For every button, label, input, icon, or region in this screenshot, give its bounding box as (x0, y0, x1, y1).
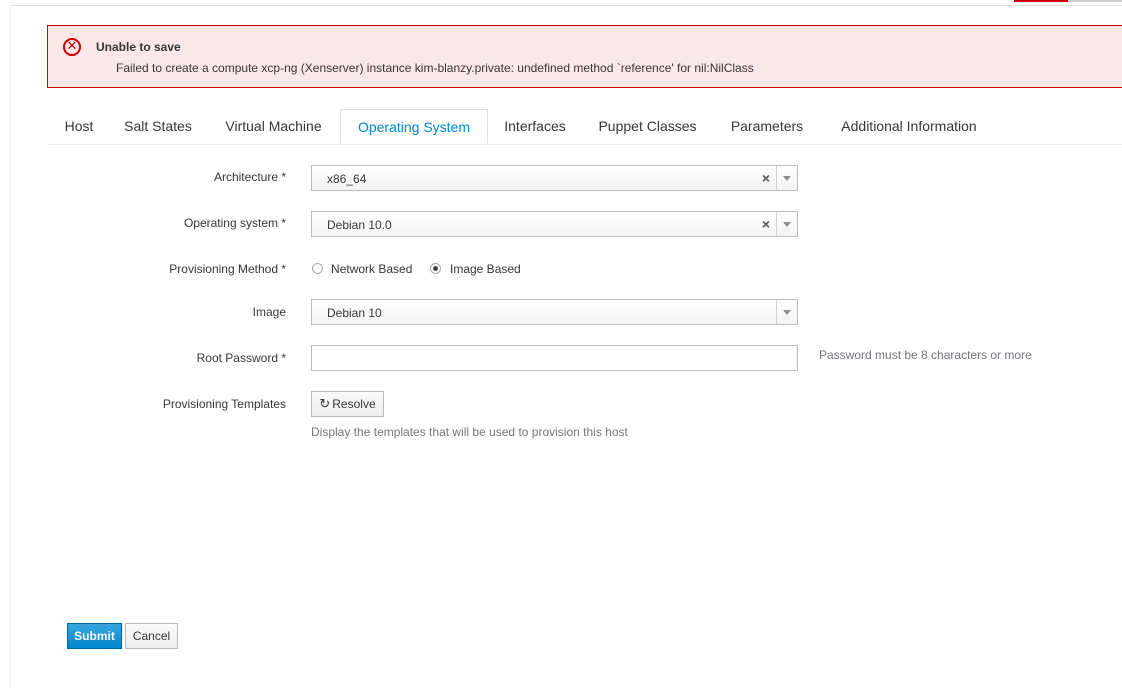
error-circle-icon: ✕ (63, 38, 81, 56)
tab-bar: Host Salt States Virtual Machine Operati… (47, 109, 1122, 145)
top-red-indicator (1014, 0, 1068, 2)
radio-image-based-label[interactable]: Image Based (450, 262, 521, 276)
dropdown-toggle[interactable] (776, 212, 797, 236)
root-password-label: Root Password * (196, 351, 286, 365)
radio-network-based[interactable] (312, 263, 323, 274)
top-grey-indicator (1068, 0, 1122, 2)
architecture-select[interactable]: x86_64 × (311, 165, 798, 191)
tab-salt-states[interactable]: Salt States (114, 109, 202, 143)
image-label: Image (252, 305, 286, 319)
provisioning-method-label: Provisioning Method * (169, 262, 286, 276)
submit-button[interactable]: Submit (67, 623, 122, 649)
tab-interfaces[interactable]: Interfaces (495, 109, 575, 143)
provisioning-templates-label: Provisioning Templates (162, 397, 286, 411)
top-border (10, 5, 1122, 6)
radio-network-based-label[interactable]: Network Based (331, 262, 412, 276)
tab-parameters[interactable]: Parameters (720, 109, 814, 143)
alert-title: Unable to save (96, 40, 181, 54)
resolve-button[interactable]: ↻ Resolve (311, 391, 384, 417)
operating-system-value: Debian 10.0 (327, 218, 392, 232)
radio-image-based[interactable] (430, 263, 441, 274)
tab-virtual-machine[interactable]: Virtual Machine (213, 109, 334, 143)
clear-icon[interactable]: × (762, 170, 770, 186)
tab-host[interactable]: Host (54, 109, 104, 143)
provisioning-templates-help: Display the templates that will be used … (311, 425, 628, 439)
tab-additional-information[interactable]: Additional Information (828, 109, 990, 143)
alert-message: Failed to create a compute xcp-ng (Xense… (116, 61, 754, 75)
image-select[interactable]: Debian 10 (311, 299, 798, 325)
error-alert: ✕ Unable to save Failed to create a comp… (47, 25, 1122, 88)
chevron-down-icon (783, 222, 791, 227)
dropdown-toggle[interactable] (776, 166, 797, 190)
left-border (10, 5, 11, 688)
clear-icon[interactable]: × (762, 216, 770, 232)
chevron-down-icon (783, 176, 791, 181)
tab-operating-system[interactable]: Operating System (340, 109, 488, 144)
operating-system-select[interactable]: Debian 10.0 × (311, 211, 798, 237)
chevron-down-icon (783, 310, 791, 315)
root-password-input[interactable] (311, 345, 798, 371)
tab-puppet-classes[interactable]: Puppet Classes (590, 109, 705, 143)
operating-system-label: Operating system * (183, 216, 286, 230)
dropdown-toggle[interactable] (776, 300, 797, 324)
image-value: Debian 10 (327, 306, 382, 320)
architecture-label: Architecture * (213, 170, 286, 184)
refresh-icon: ↻ (319, 397, 331, 412)
resolve-button-label: Resolve (332, 397, 376, 411)
architecture-value: x86_64 (327, 172, 367, 186)
root-password-help: Password must be 8 characters or more (819, 348, 1032, 362)
cancel-button[interactable]: Cancel (125, 623, 178, 649)
